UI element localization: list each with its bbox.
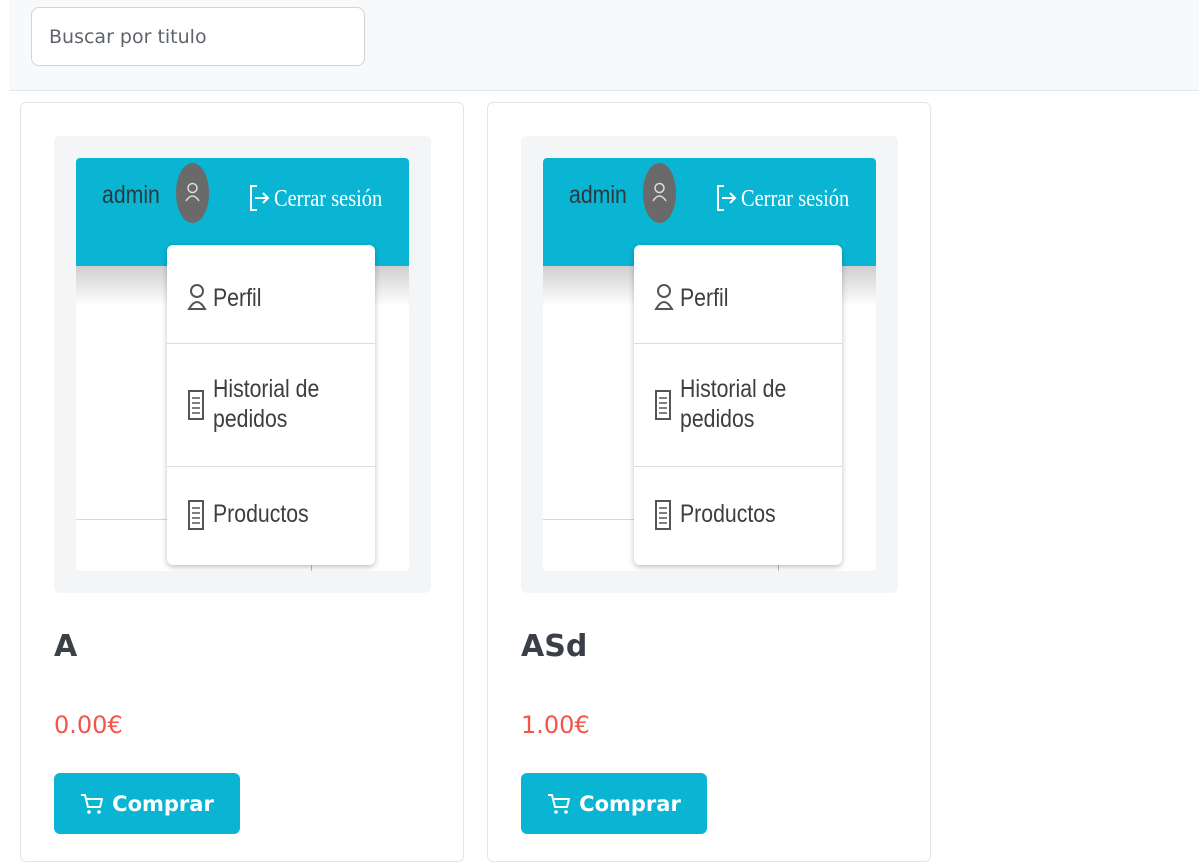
cart-icon	[548, 793, 571, 814]
product-title: ASd	[521, 629, 588, 664]
product-image: admin Cerrar sesión Perfil Historial de	[543, 158, 876, 571]
buy-button[interactable]: Comprar	[54, 773, 240, 834]
product-image: admin Cerrar sesión Perfil Historial de	[76, 158, 409, 571]
preview-username: admin	[102, 181, 160, 209]
user-icon	[654, 284, 674, 310]
logout-icon	[250, 185, 270, 211]
product-title: A	[54, 629, 78, 664]
buy-button-label: Comprar	[112, 791, 214, 816]
receipt-icon	[655, 500, 671, 530]
search-input[interactable]	[31, 7, 365, 66]
product-price: 0.00€	[54, 711, 123, 739]
user-icon	[187, 284, 207, 310]
receipt-icon	[655, 390, 671, 420]
buy-button-label: Comprar	[579, 791, 681, 816]
product-card: admin Cerrar sesión Perfil Historial de	[20, 102, 464, 862]
product-image-frame: admin Cerrar sesión Perfil Historial de	[54, 136, 431, 593]
product-image-frame: admin Cerrar sesión Perfil Historial de	[521, 136, 898, 593]
search-bar	[9, 0, 1199, 91]
preview-logout-label: Cerrar sesión	[274, 186, 383, 212]
avatar-icon	[176, 163, 209, 223]
preview-logout-label: Cerrar sesión	[741, 186, 850, 212]
product-card: admin Cerrar sesión Perfil Historial de	[487, 102, 931, 862]
preview-menu-item-perfil: Perfil	[634, 245, 842, 344]
preview-dropdown-menu: Perfil Historial de pedidos Productos	[167, 245, 375, 565]
preview-menu-item-historial: Historial de pedidos	[167, 344, 375, 467]
preview-username: admin	[569, 181, 627, 209]
preview-menu-item-productos: Productos	[634, 467, 842, 565]
preview-menu-item-productos: Productos	[167, 467, 375, 565]
receipt-icon	[188, 390, 204, 420]
buy-button[interactable]: Comprar	[521, 773, 707, 834]
avatar-icon	[643, 163, 676, 223]
product-price: 1.00€	[521, 711, 590, 739]
logout-icon	[717, 185, 737, 211]
preview-dropdown-menu: Perfil Historial de pedidos Productos	[634, 245, 842, 565]
receipt-icon	[188, 500, 204, 530]
cart-icon	[81, 793, 104, 814]
preview-menu-item-perfil: Perfil	[167, 245, 375, 344]
preview-menu-item-historial: Historial de pedidos	[634, 344, 842, 467]
